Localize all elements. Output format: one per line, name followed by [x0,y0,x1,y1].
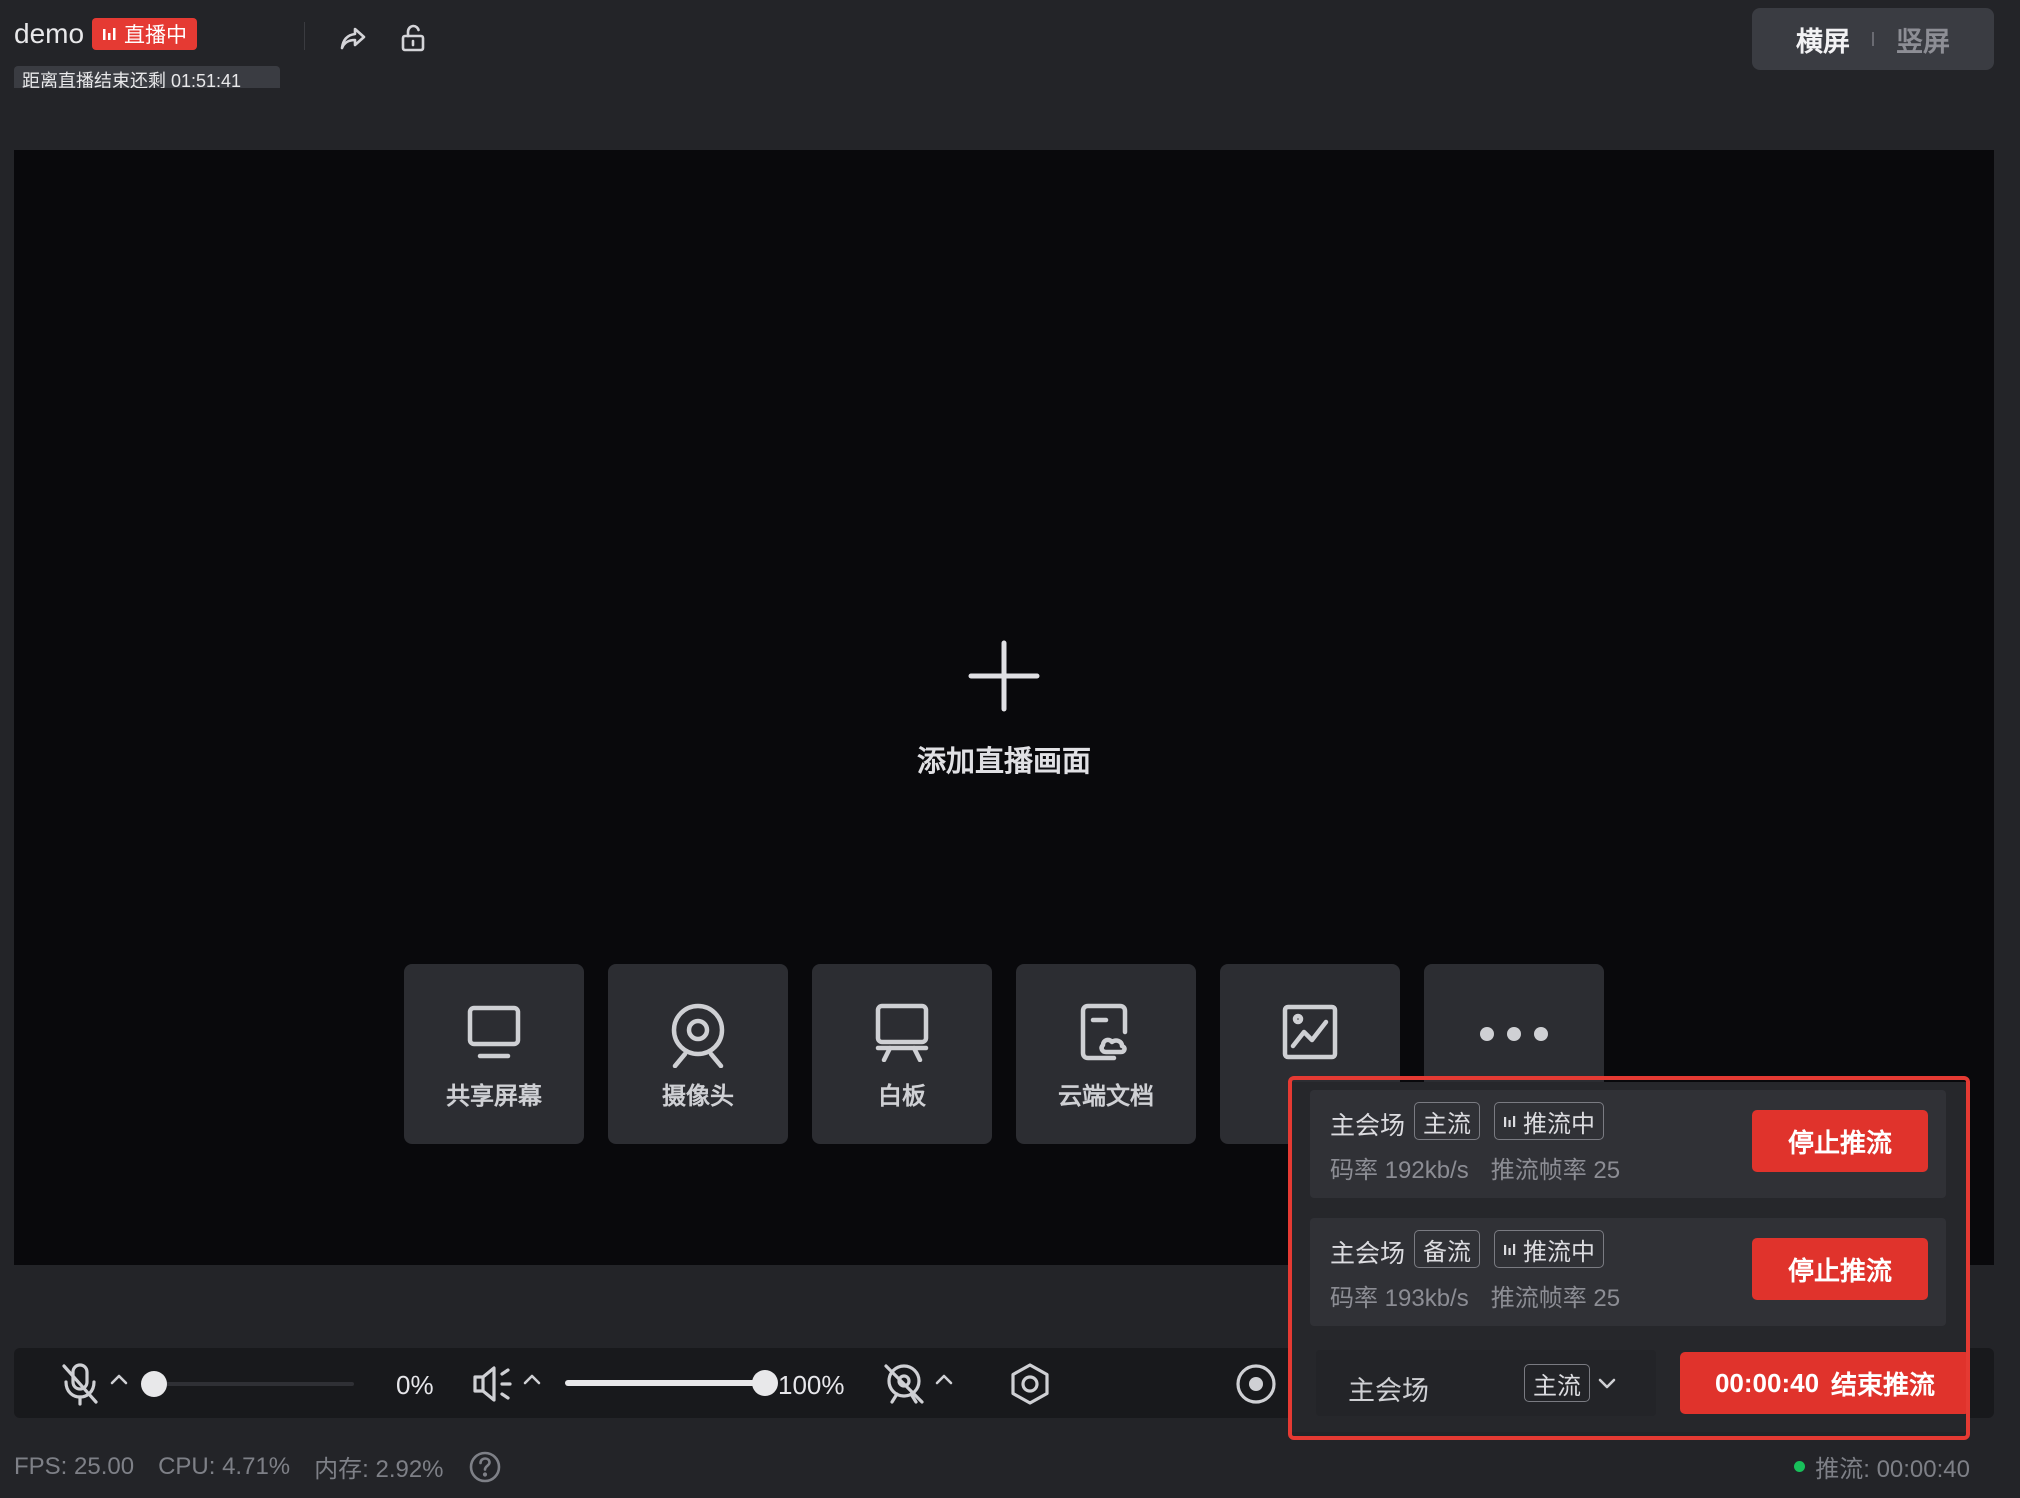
source-cloud-doc[interactable]: 云端文档 [1016,964,1196,1144]
tab-landscape[interactable]: 横屏 [1774,20,1872,59]
countdown-banner: 距离直播结束还剩 01:51:41 [14,66,280,88]
source-label: 摄像头 [662,1083,734,1110]
signal-bars-icon [102,26,118,42]
add-plus-icon[interactable] [968,640,1040,712]
camera-off-icon[interactable] [882,1362,926,1406]
monitor-icon [464,1002,524,1062]
system-status: FPS: 25.00 CPU: 4.71% 内存: 2.92% [14,1449,502,1484]
more-icon [1479,1026,1549,1042]
stream-panel-highlight [1288,1076,1970,1440]
speaker-volume-value: 100% [778,1370,845,1400]
orientation-toggle: 横屏 竖屏 [1752,8,1994,70]
source-share-screen[interactable]: 共享屏幕 [404,964,584,1144]
speaker-volume-fill [565,1380,765,1386]
cloud-doc-icon [1076,1002,1136,1062]
image-icon [1280,1002,1340,1062]
header-title: demo [14,18,85,49]
fps-readout: FPS: 25.00 [14,1452,135,1480]
whiteboard-icon [872,1002,932,1062]
unlock-icon[interactable] [393,18,433,58]
help-icon[interactable] [468,1450,502,1484]
mic-volume-handle[interactable] [141,1371,167,1397]
share-icon[interactable] [333,18,373,58]
source-whiteboard[interactable]: 白板 [812,964,992,1144]
webcam-icon [665,1002,731,1068]
push-duration: 推流: 00:00:40 [1815,1456,1970,1483]
live-status-badge: 直播中 [92,18,197,50]
memory-readout: 内存: 2.92% [314,1456,444,1483]
speaker-icon[interactable] [470,1362,514,1406]
cpu-readout: CPU: 4.71% [158,1452,291,1480]
camera-options-chevron-icon[interactable] [933,1368,955,1390]
mic-volume-slider[interactable] [154,1382,354,1386]
source-camera[interactable]: 摄像头 [608,964,788,1144]
speaker-volume-handle[interactable] [752,1370,778,1396]
settings-icon[interactable] [1008,1362,1052,1406]
header-divider [304,22,305,50]
source-label: 共享屏幕 [446,1083,542,1110]
source-label: 白板 [878,1083,926,1110]
live-dot-icon [1794,1461,1806,1472]
push-status: 推流: 00:00:40 [1794,1449,1970,1484]
speaker-options-chevron-icon[interactable] [521,1368,543,1390]
mic-muted-icon[interactable] [60,1362,100,1406]
mic-options-chevron-icon[interactable] [108,1368,130,1390]
add-scene-label[interactable]: 添加直播画面 [820,738,1188,780]
mic-volume-value: 0% [396,1370,434,1400]
tab-portrait[interactable]: 竖屏 [1874,20,1972,59]
source-label: 云端文档 [1058,1083,1154,1110]
live-badge-label: 直播中 [124,24,187,47]
record-icon[interactable] [1234,1362,1278,1406]
